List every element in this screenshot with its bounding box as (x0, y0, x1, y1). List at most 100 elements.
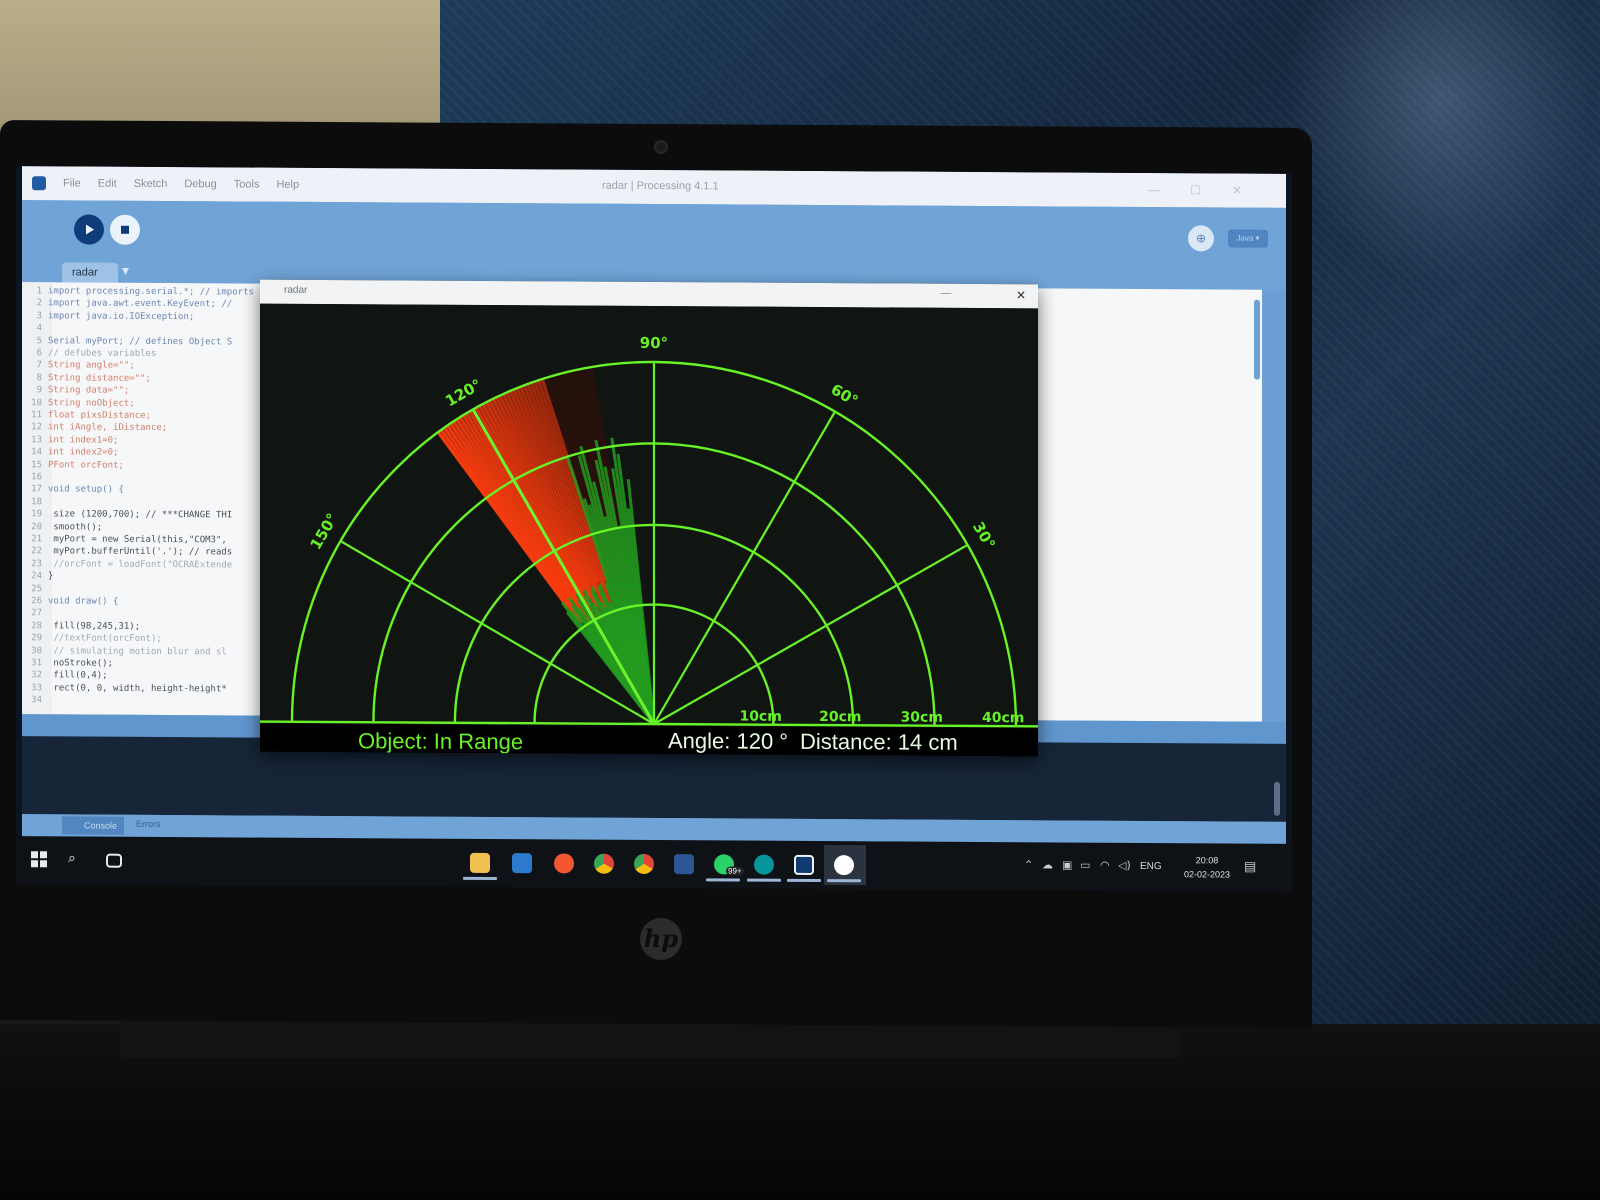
line-number: 6 (36, 348, 42, 359)
code-text: size (1200,700); // ***CHANGE THI (48, 509, 233, 521)
maximize-icon[interactable]: ☐ (1190, 183, 1201, 197)
menu-file[interactable]: File (63, 177, 81, 189)
code-text: myPort = new Serial(this,"COM3", (48, 534, 227, 546)
wifi-icon[interactable]: ◠ (1100, 859, 1110, 872)
line-number: 3 (36, 311, 42, 322)
webcam-icon (654, 140, 668, 154)
brave-icon[interactable] (554, 853, 574, 874)
menu-help[interactable]: Help (276, 179, 299, 191)
line-number: 29 (31, 633, 42, 644)
menu-sketch[interactable]: Sketch (134, 178, 168, 190)
line-number: 1 (36, 286, 42, 297)
line-number: 16 (31, 472, 42, 483)
code-line: 33 rect(0, 0, width, height-height* (22, 683, 227, 697)
code-text: float pixsDistance; (48, 410, 151, 421)
line-number: 8 (36, 373, 42, 384)
line-number: 28 (31, 620, 42, 632)
line-number: 9 (36, 385, 42, 396)
code-line: 4 (22, 323, 48, 336)
code-line: 25 (22, 584, 48, 597)
line-number: 22 (31, 546, 42, 557)
code-line: 20 smooth(); (22, 522, 102, 535)
active-indicator (463, 876, 497, 881)
debugger-button[interactable]: ⊕ (1188, 225, 1214, 252)
mode-selector[interactable]: Java ▾ (1228, 229, 1268, 248)
radar-close-icon[interactable]: ✕ (1016, 288, 1026, 302)
notification-icon[interactable]: ▤ (1244, 860, 1256, 875)
code-text: fill(0,4); (48, 670, 108, 682)
code-text: int iAngle, iDistance; (48, 422, 168, 434)
line-number: 18 (31, 496, 42, 508)
task-view-icon[interactable] (106, 853, 122, 868)
code-text: noStroke(); (48, 658, 114, 669)
photo-scene: hp File Edit Sketch Debug Tools Help rad… (0, 0, 1600, 1200)
code-line: 24} (22, 571, 53, 584)
active-indicator (747, 878, 781, 882)
code-line: 27 (22, 609, 48, 622)
line-number: 34 (31, 695, 42, 706)
menu-edit[interactable]: Edit (98, 178, 117, 190)
line-number: 24 (31, 571, 42, 582)
editor-scrollbar[interactable] (1254, 299, 1260, 380)
processing-sketch-icon[interactable] (834, 855, 854, 876)
code-text: // simulating motion blur and sl (48, 645, 227, 657)
code-text: int index1=0; (48, 435, 119, 446)
code-text: Serial myPort; // defines Object S (48, 335, 233, 348)
menu-tools[interactable]: Tools (234, 178, 260, 190)
active-indicator (787, 878, 821, 883)
system-clock[interactable]: 20:08 02-02-2023 (1184, 853, 1230, 881)
line-number: 25 (31, 583, 42, 594)
line-number: 17 (31, 484, 42, 495)
code-text: //orcFont = loadFont("OCRAExtende (48, 559, 233, 571)
tab-radar[interactable]: radar (62, 262, 118, 283)
code-text: void draw() { (48, 596, 119, 607)
line-number: 12 (31, 422, 42, 433)
ide-toolbar: ⊕ Java ▾ (22, 200, 1286, 266)
line-number: 7 (36, 360, 42, 371)
angle-label: 90° (640, 334, 668, 352)
stop-button[interactable] (110, 214, 140, 245)
volume-icon[interactable]: ◁) (1118, 859, 1131, 872)
run-button[interactable] (74, 214, 104, 245)
line-number: 26 (31, 596, 42, 607)
tray-expand-icon[interactable]: ⌃ (1024, 858, 1033, 871)
chrome-profile-icon[interactable] (634, 853, 654, 874)
tab-menu-arrow-icon[interactable]: ▼ (122, 267, 129, 277)
code-text: //textFont(orcFont); (48, 633, 162, 645)
radar-minimize-icon[interactable]: — (940, 286, 952, 300)
console-scrollbar[interactable] (1274, 781, 1280, 816)
ide-window-title: radar | Processing 4.1.1 (602, 179, 719, 193)
code-text: smooth(); (48, 521, 103, 533)
menu-debug[interactable]: Debug (184, 178, 216, 190)
battery-icon[interactable]: ▭ (1080, 859, 1090, 872)
line-number: 23 (31, 558, 42, 570)
language-indicator[interactable]: ENG (1140, 861, 1162, 872)
distance-readout-text: Distance: 14 cm (800, 729, 958, 755)
processing-editor-icon[interactable] (794, 854, 814, 875)
angle-readout-text: Angle: 120 ° (668, 728, 788, 754)
range-label: 20cm (819, 709, 861, 725)
code-text: myPort.bufferUntil('.'); // reads (48, 546, 233, 558)
code-text: String data=""; (48, 385, 130, 396)
line-number: 27 (31, 608, 42, 619)
close-icon[interactable]: ✕ (1232, 184, 1242, 198)
code-text: String angle=""; (48, 360, 135, 372)
windows-start-icon[interactable] (30, 850, 50, 870)
vscode-icon[interactable] (512, 853, 532, 874)
onedrive-icon[interactable]: ☁ (1042, 858, 1053, 871)
arduino-icon[interactable] (754, 854, 774, 875)
active-indicator (706, 878, 740, 882)
errors-tab[interactable]: Errors (136, 819, 161, 829)
code-text: import java.io.IOException; (48, 311, 195, 322)
display-icon[interactable]: ▣ (1062, 858, 1072, 871)
minimize-icon[interactable]: — (1148, 183, 1160, 197)
file-explorer-icon[interactable] (470, 852, 490, 873)
code-text: import java.awt.event.KeyEvent; // (48, 298, 233, 310)
line-number: 33 (31, 682, 42, 694)
console-tab[interactable]: Console (62, 816, 124, 835)
word-icon[interactable] (674, 854, 694, 875)
line-number: 13 (31, 434, 42, 446)
search-icon[interactable]: ⌕ (68, 850, 88, 870)
radar-sketch-window: radar — ✕ 30° 60° 90° 120° 150° 10cm 20cm 30cm 4… (260, 279, 1038, 757)
chrome-icon[interactable] (594, 853, 614, 874)
